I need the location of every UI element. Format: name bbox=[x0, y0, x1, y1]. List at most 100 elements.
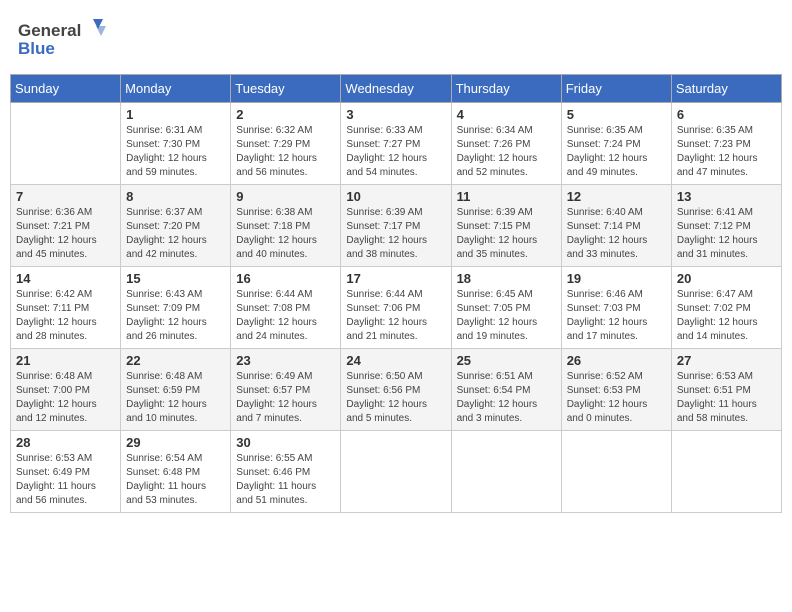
day-number: 10 bbox=[346, 189, 445, 204]
day-info: Sunrise: 6:49 AMSunset: 6:57 PMDaylight:… bbox=[236, 370, 335, 426]
day-info: Sunrise: 6:40 AMSunset: 7:14 PMDaylight:… bbox=[567, 206, 666, 262]
calendar-day-cell: 22Sunrise: 6:48 AMSunset: 6:59 PMDayligh… bbox=[121, 349, 231, 431]
day-info: Sunrise: 6:47 AMSunset: 7:02 PMDaylight:… bbox=[677, 288, 776, 344]
day-info: Sunrise: 6:34 AMSunset: 7:26 PMDaylight:… bbox=[457, 124, 556, 180]
svg-text:General: General bbox=[18, 21, 81, 40]
day-info: Sunrise: 6:48 AMSunset: 6:59 PMDaylight:… bbox=[126, 370, 225, 426]
calendar-day-cell: 26 Sunrise: 6:52 AMSunset: 6:53 PMDayligh… bbox=[561, 349, 671, 431]
day-info: Sunrise: 6:48 AMSunset: 7:00 PMDaylight:… bbox=[16, 370, 115, 426]
day-number: 9 bbox=[236, 189, 335, 204]
logo-svg: General Blue bbox=[18, 14, 108, 64]
day-info: Sunrise: 6:45 AMSunset: 7:05 PMDaylight:… bbox=[457, 288, 556, 344]
day-info: Sunrise: 6:32 AMSunset: 7:29 PMDaylight:… bbox=[236, 124, 335, 180]
day-number: 17 bbox=[346, 271, 445, 286]
calendar-week-row: 14Sunrise: 6:42 AMSunset: 7:11 PMDayligh… bbox=[11, 267, 782, 349]
calendar-day-cell: 19 Sunrise: 6:46 AMSunset: 7:03 PMDayligh… bbox=[561, 267, 671, 349]
day-info: Sunrise: 6:52 AMSunset: 6:53 PMDaylight:… bbox=[567, 370, 666, 426]
calendar-day-cell bbox=[451, 431, 561, 513]
calendar-day-cell: 9 Sunrise: 6:38 AMSunset: 7:18 PMDaylight… bbox=[231, 185, 341, 267]
day-info: Sunrise: 6:31 AMSunset: 7:30 PMDaylight:… bbox=[126, 124, 225, 180]
day-number: 28 bbox=[16, 435, 115, 450]
calendar-body: 1 Sunrise: 6:31 AMSunset: 7:30 PMDaylight… bbox=[11, 103, 782, 513]
weekday-header-cell: Sunday bbox=[11, 75, 121, 103]
weekday-header-cell: Saturday bbox=[671, 75, 781, 103]
day-number: 4 bbox=[457, 107, 556, 122]
day-info: Sunrise: 6:39 AMSunset: 7:15 PMDaylight:… bbox=[457, 206, 556, 262]
day-number: 11 bbox=[457, 189, 556, 204]
day-number: 7 bbox=[16, 189, 115, 204]
calendar-day-cell: 10 Sunrise: 6:39 AMSunset: 7:17 PMDayligh… bbox=[341, 185, 451, 267]
day-number: 30 bbox=[236, 435, 335, 450]
day-info: Sunrise: 6:44 AMSunset: 7:08 PMDaylight:… bbox=[236, 288, 335, 344]
day-number: 29 bbox=[126, 435, 225, 450]
weekday-header-cell: Monday bbox=[121, 75, 231, 103]
logo: General Blue bbox=[18, 14, 108, 64]
day-info: Sunrise: 6:44 AMSunset: 7:06 PMDaylight:… bbox=[346, 288, 445, 344]
day-info: Sunrise: 6:51 AMSunset: 6:54 PMDaylight:… bbox=[457, 370, 556, 426]
calendar-week-row: 1 Sunrise: 6:31 AMSunset: 7:30 PMDaylight… bbox=[11, 103, 782, 185]
day-info: Sunrise: 6:36 AMSunset: 7:21 PMDaylight:… bbox=[16, 206, 115, 262]
day-info: Sunrise: 6:38 AMSunset: 7:18 PMDaylight:… bbox=[236, 206, 335, 262]
calendar-table: SundayMondayTuesdayWednesdayThursdayFrid… bbox=[10, 74, 782, 513]
day-number: 25 bbox=[457, 353, 556, 368]
day-number: 20 bbox=[677, 271, 776, 286]
weekday-header-row: SundayMondayTuesdayWednesdayThursdayFrid… bbox=[11, 75, 782, 103]
calendar-day-cell bbox=[341, 431, 451, 513]
day-info: Sunrise: 6:53 AMSunset: 6:49 PMDaylight:… bbox=[16, 452, 115, 508]
calendar-week-row: 28 Sunrise: 6:53 AMSunset: 6:49 PMDayligh… bbox=[11, 431, 782, 513]
day-info: Sunrise: 6:53 AMSunset: 6:51 PMDaylight:… bbox=[677, 370, 776, 426]
calendar-day-cell: 7 Sunrise: 6:36 AMSunset: 7:21 PMDaylight… bbox=[11, 185, 121, 267]
day-number: 14 bbox=[16, 271, 115, 286]
day-info: Sunrise: 6:55 AMSunset: 6:46 PMDaylight:… bbox=[236, 452, 335, 508]
calendar-day-cell: 17 Sunrise: 6:44 AMSunset: 7:06 PMDayligh… bbox=[341, 267, 451, 349]
weekday-header-cell: Tuesday bbox=[231, 75, 341, 103]
day-number: 19 bbox=[567, 271, 666, 286]
calendar-day-cell: 28 Sunrise: 6:53 AMSunset: 6:49 PMDayligh… bbox=[11, 431, 121, 513]
calendar-day-cell: 18 Sunrise: 6:45 AMSunset: 7:05 PMDayligh… bbox=[451, 267, 561, 349]
day-number: 6 bbox=[677, 107, 776, 122]
calendar-day-cell: 24 Sunrise: 6:50 AMSunset: 6:56 PMDayligh… bbox=[341, 349, 451, 431]
day-number: 26 bbox=[567, 353, 666, 368]
calendar-day-cell: 5 Sunrise: 6:35 AMSunset: 7:24 PMDaylight… bbox=[561, 103, 671, 185]
weekday-header-cell: Friday bbox=[561, 75, 671, 103]
day-number: 27 bbox=[677, 353, 776, 368]
calendar-day-cell: 27 Sunrise: 6:53 AMSunset: 6:51 PMDayligh… bbox=[671, 349, 781, 431]
day-number: 5 bbox=[567, 107, 666, 122]
calendar-week-row: 7 Sunrise: 6:36 AMSunset: 7:21 PMDaylight… bbox=[11, 185, 782, 267]
day-number: 1 bbox=[126, 107, 225, 122]
calendar-day-cell: 11 Sunrise: 6:39 AMSunset: 7:15 PMDayligh… bbox=[451, 185, 561, 267]
calendar-day-cell: 1 Sunrise: 6:31 AMSunset: 7:30 PMDaylight… bbox=[121, 103, 231, 185]
day-info: Sunrise: 6:50 AMSunset: 6:56 PMDaylight:… bbox=[346, 370, 445, 426]
day-info: Sunrise: 6:35 AMSunset: 7:24 PMDaylight:… bbox=[567, 124, 666, 180]
calendar-day-cell: 16 Sunrise: 6:44 AMSunset: 7:08 PMDayligh… bbox=[231, 267, 341, 349]
calendar-day-cell: 12 Sunrise: 6:40 AMSunset: 7:14 PMDayligh… bbox=[561, 185, 671, 267]
day-number: 2 bbox=[236, 107, 335, 122]
day-info: Sunrise: 6:54 AMSunset: 6:48 PMDaylight:… bbox=[126, 452, 225, 508]
calendar-day-cell: 21 Sunrise: 6:48 AMSunset: 7:00 PMDayligh… bbox=[11, 349, 121, 431]
calendar-day-cell: 13Sunrise: 6:41 AMSunset: 7:12 PMDayligh… bbox=[671, 185, 781, 267]
calendar-day-cell bbox=[11, 103, 121, 185]
day-info: Sunrise: 6:37 AMSunset: 7:20 PMDaylight:… bbox=[126, 206, 225, 262]
day-number: 18 bbox=[457, 271, 556, 286]
day-number: 13 bbox=[677, 189, 776, 204]
day-number: 21 bbox=[16, 353, 115, 368]
calendar-day-cell: 8Sunrise: 6:37 AMSunset: 7:20 PMDaylight… bbox=[121, 185, 231, 267]
calendar-day-cell bbox=[561, 431, 671, 513]
calendar-day-cell: 25 Sunrise: 6:51 AMSunset: 6:54 PMDayligh… bbox=[451, 349, 561, 431]
day-number: 12 bbox=[567, 189, 666, 204]
calendar-day-cell: 23Sunrise: 6:49 AMSunset: 6:57 PMDayligh… bbox=[231, 349, 341, 431]
day-number: 16 bbox=[236, 271, 335, 286]
calendar-day-cell: 29 Sunrise: 6:54 AMSunset: 6:48 PMDayligh… bbox=[121, 431, 231, 513]
day-info: Sunrise: 6:46 AMSunset: 7:03 PMDaylight:… bbox=[567, 288, 666, 344]
page-header: General Blue bbox=[10, 10, 782, 68]
day-info: Sunrise: 6:33 AMSunset: 7:27 PMDaylight:… bbox=[346, 124, 445, 180]
day-number: 15 bbox=[126, 271, 225, 286]
calendar-day-cell bbox=[671, 431, 781, 513]
svg-text:Blue: Blue bbox=[18, 39, 55, 58]
weekday-header-cell: Thursday bbox=[451, 75, 561, 103]
day-info: Sunrise: 6:39 AMSunset: 7:17 PMDaylight:… bbox=[346, 206, 445, 262]
day-number: 3 bbox=[346, 107, 445, 122]
day-number: 24 bbox=[346, 353, 445, 368]
day-info: Sunrise: 6:35 AMSunset: 7:23 PMDaylight:… bbox=[677, 124, 776, 180]
calendar-day-cell: 6 Sunrise: 6:35 AMSunset: 7:23 PMDaylight… bbox=[671, 103, 781, 185]
